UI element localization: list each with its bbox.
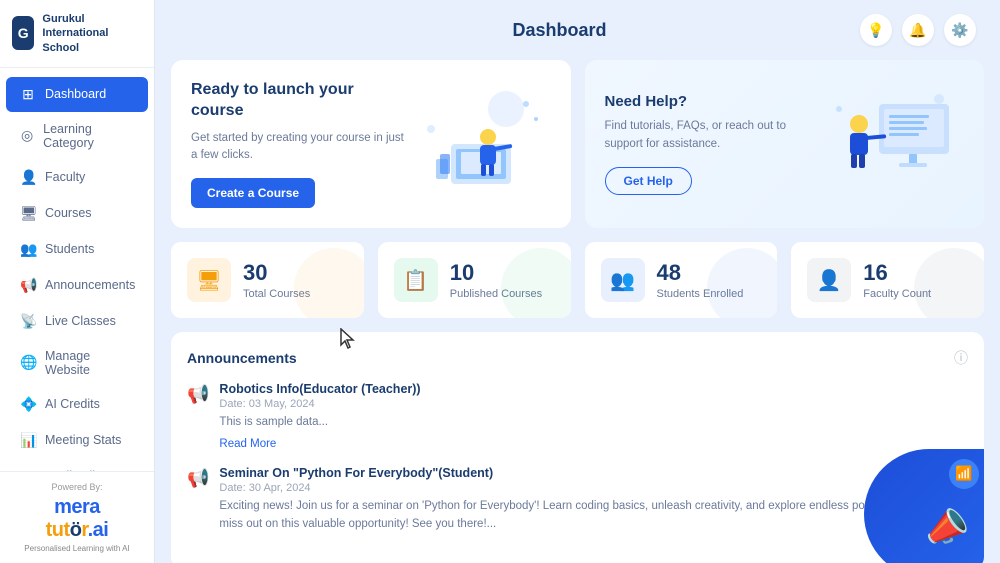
sidebar-label-manage-website: Manage Website: [45, 349, 134, 377]
announcement-date-1: Date: 03 May, 2024: [219, 398, 968, 410]
sidebar-label-announcements: Announcements: [45, 278, 135, 292]
school-name: Gurukul International School: [42, 12, 142, 55]
sidebar-item-courses[interactable]: 🖥 Courses: [6, 196, 148, 231]
dashboard-content: Ready to launch your course Get started …: [155, 60, 1000, 563]
announcements-card: Announcements ⓘ 📢 Robotics Info(Educator…: [171, 332, 984, 563]
sidebar-label-live-classes: Live Classes: [45, 314, 116, 328]
faculty-icon: 👤: [20, 169, 36, 186]
announcement-item-2: 📢 Seminar On "Python For Everybody"(Stud…: [187, 466, 968, 537]
faculty-count-icon: 👤: [807, 258, 851, 302]
meeting-stats-icon: 📊: [20, 432, 36, 449]
help-illustration: [824, 89, 964, 199]
announcement-body-1: Robotics Info(Educator (Teacher)) Date: …: [219, 382, 968, 450]
launch-card-left: Ready to launch your course Get started …: [191, 80, 411, 208]
courses-icon: 🖥: [20, 205, 36, 222]
sidebar-label-students: Students: [45, 242, 94, 256]
stats-row: 🖥 30 Total Courses 📋 10 Published Course…: [171, 242, 984, 318]
total-courses-icon: 🖥: [187, 258, 231, 302]
sidebar: G Gurukul International School ⊞ Dashboa…: [0, 0, 155, 563]
sidebar-item-dashboard[interactable]: ⊞ Dashboard: [6, 77, 148, 112]
sidebar-nav: ⊞ Dashboard ◎ Learning Category 👤 Facult…: [0, 68, 154, 471]
dashboard-icon: ⊞: [20, 86, 36, 103]
published-courses-icon: 📋: [394, 258, 438, 302]
announcement-text-1: This is sample data...: [219, 414, 968, 431]
powered-by-label: Powered By:: [12, 482, 142, 492]
main-content: Dashboard 💡 🔔 ⚙️ Ready to launch your co…: [155, 0, 1000, 563]
help-card: Need Help? Find tutorials, FAQs, or reac…: [585, 60, 985, 228]
live-classes-icon: 📡: [20, 313, 36, 330]
header-icons: 💡 🔔 ⚙️: [860, 14, 976, 46]
sidebar-item-meeting-stats[interactable]: 📊 Meeting Stats: [6, 423, 148, 458]
learning-category-icon: ◎: [20, 127, 34, 144]
announcement-icon-1: 📢: [187, 384, 209, 450]
announcements-title: Announcements: [187, 350, 297, 366]
sidebar-label-ai-credits: AI Credits: [45, 397, 100, 411]
brand-highlight: tutör: [46, 519, 88, 541]
header: Dashboard 💡 🔔 ⚙️: [155, 0, 1000, 60]
sidebar-item-announcements[interactable]: 📢 Announcements: [6, 268, 148, 303]
ai-credits-icon: 💠: [20, 396, 36, 413]
brand-logo: meratutör.ai: [12, 496, 142, 542]
sidebar-item-faculty[interactable]: 👤 Faculty: [6, 160, 148, 195]
stat-students-enrolled: 👥 48 Students Enrolled: [585, 242, 778, 318]
school-logo-icon: G: [12, 16, 34, 50]
sidebar-item-ai-credits[interactable]: 💠 AI Credits: [6, 387, 148, 422]
gear-icon-button[interactable]: ⚙️: [944, 14, 976, 46]
sidebar-item-live-classes[interactable]: 📡 Live Classes: [6, 304, 148, 339]
bulb-icon-button[interactable]: 💡: [860, 14, 892, 46]
banner-row: Ready to launch your course Get started …: [171, 60, 984, 228]
announcements-info-icon[interactable]: ⓘ: [954, 348, 968, 368]
sidebar-item-learning-category[interactable]: ◎ Learning Category: [6, 113, 148, 159]
sidebar-footer: Powered By: meratutör.ai Personalised Le…: [0, 471, 154, 563]
stat-faculty-count: 👤 16 Faculty Count: [791, 242, 984, 318]
stat-published-courses: 📋 10 Published Courses: [378, 242, 571, 318]
launch-illustration: [411, 89, 551, 199]
brand-tagline: Personalised Learning with AI: [12, 544, 142, 553]
stat-total-courses: 🖥 30 Total Courses: [171, 242, 364, 318]
announcement-name-1: Robotics Info(Educator (Teacher)): [219, 382, 968, 396]
create-course-button[interactable]: Create a Course: [191, 178, 315, 208]
launch-heading: Ready to launch your course: [191, 80, 411, 122]
help-description: Find tutorials, FAQs, or reach out to su…: [605, 118, 825, 153]
page-title: Dashboard: [259, 20, 860, 41]
sidebar-item-students[interactable]: 👥 Students: [6, 232, 148, 267]
sidebar-logo: G Gurukul International School: [0, 0, 154, 68]
sidebar-label-courses: Courses: [45, 206, 92, 220]
help-heading: Need Help?: [605, 93, 825, 110]
announcement-link-1[interactable]: Read More: [219, 438, 276, 450]
students-enrolled-icon: 👥: [601, 258, 645, 302]
students-icon: 👥: [20, 241, 36, 258]
manage-website-icon: 🌐: [20, 354, 36, 371]
announcement-icon-2: 📢: [187, 468, 209, 537]
sidebar-item-manage-website[interactable]: 🌐 Manage Website: [6, 340, 148, 386]
sidebar-label-meeting-stats: Meeting Stats: [45, 433, 121, 447]
launch-course-card: Ready to launch your course Get started …: [171, 60, 571, 228]
launch-description: Get started by creating your course in j…: [191, 130, 411, 165]
sidebar-item-media-library[interactable]: 🎞 Media Library: [6, 459, 148, 471]
sidebar-label-faculty: Faculty: [45, 170, 85, 184]
announcement-item-1: 📢 Robotics Info(Educator (Teacher)) Date…: [187, 382, 968, 450]
sidebar-label-dashboard: Dashboard: [45, 87, 106, 101]
get-help-button[interactable]: Get Help: [605, 167, 692, 195]
sidebar-label-learning-category: Learning Category: [43, 122, 134, 150]
help-card-left: Need Help? Find tutorials, FAQs, or reac…: [605, 93, 825, 195]
announcements-header: Announcements ⓘ: [187, 348, 968, 368]
bell-icon-button[interactable]: 🔔: [902, 14, 934, 46]
announcements-icon: 📢: [20, 277, 36, 294]
announcement-decoration: 📣 📶: [854, 449, 984, 563]
